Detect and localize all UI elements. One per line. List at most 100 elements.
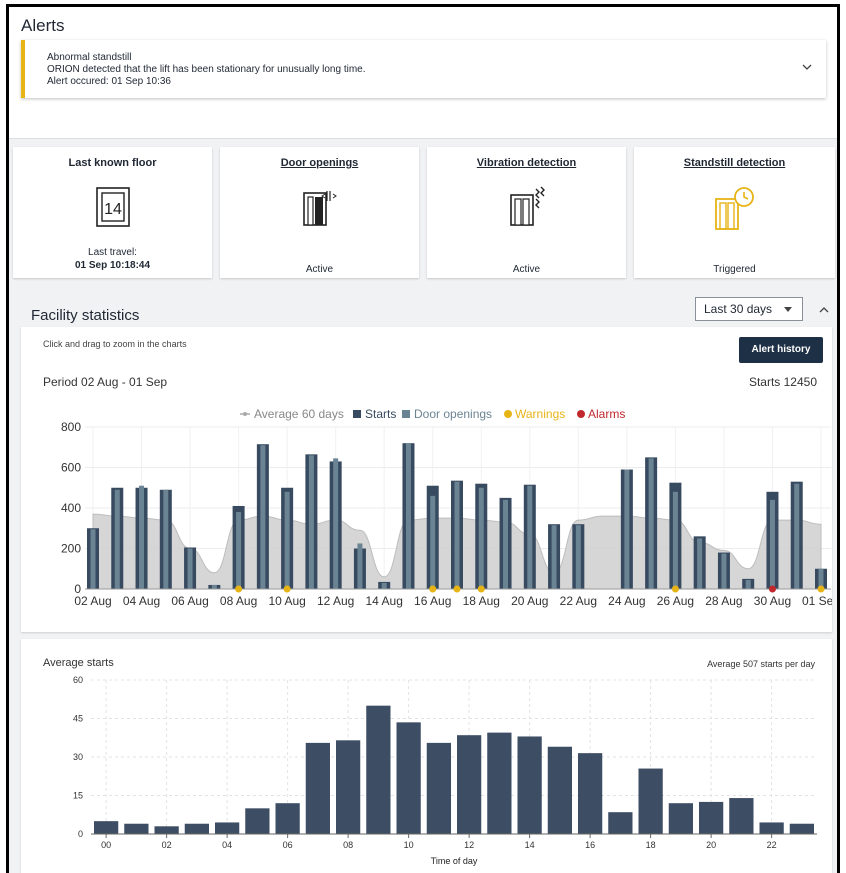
last-travel-value: 01 Sep 10:18:44 [74,260,151,271]
legend-starts[interactable]: Starts [353,407,396,421]
y-tick-label: 15 [73,791,83,801]
x-tick-label: 12 Aug [317,594,354,608]
alarm-marker [768,585,776,593]
door-openings-bar [551,525,557,589]
warning-marker [235,585,243,593]
x-tick-label: 10 Aug [268,594,305,608]
hour-bar [336,740,361,834]
legend-alarms-label: Alarms [588,407,625,421]
hour-bar [396,722,421,834]
x-tick-label: 22 [767,840,777,850]
alert-history-button[interactable]: Alert history [739,337,823,363]
alert-title: Abnormal standstill [47,52,132,63]
x-tick-label: 06 Aug [171,594,208,608]
door-openings-bar [187,548,193,589]
hour-bar [547,746,572,834]
caret-down-icon [784,307,792,312]
alert-time: Alert occured: 01 Sep 10:36 [47,76,171,87]
door-openings-card[interactable]: Door openings Active [220,147,419,278]
x-tick-label: 20 Aug [511,594,548,608]
standstill-link[interactable]: Standstill detection [634,157,835,169]
warning-marker [429,585,437,593]
x-tick-label: 12 [464,840,474,850]
x-tick-label: 16 Aug [414,594,451,608]
warning-marker [283,585,291,593]
x-tick-label: 26 Aug [657,594,694,608]
facility-section: Facility statistics Last 30 days Click a… [15,287,832,873]
legend-alarms[interactable]: Alarms [577,407,625,421]
standstill-clock-icon [714,187,754,230]
door-openings-bar [697,538,703,589]
legend-average-marker [243,412,247,416]
hour-bar [184,823,209,834]
warning-marker [453,585,461,593]
hourly-starts-chart[interactable]: 0 15 30 45 60 00 02 04 06 08 10 12 14 16 18 20 22 Time of… [21,672,832,872]
hour-bar [517,736,542,834]
chevron-up-icon[interactable] [817,303,831,317]
hour-bar [638,768,663,834]
y-tick-label: 400 [61,501,81,515]
door-openings-bar [381,582,387,589]
legend-average[interactable]: Average 60 days [240,407,344,421]
daily-starts-chart[interactable]: Average 60 days Starts Door openings War… [21,395,832,615]
y-tick-label: 800 [61,420,81,434]
y-tick-label: 30 [73,752,83,762]
door-opening-icon [302,191,337,226]
door-openings-bar [769,499,775,589]
legend-door-swatch [402,410,410,418]
floor-number: 14 [104,201,122,218]
vibration-status: Active [512,264,541,275]
door-openings-bar [672,491,678,589]
alert-card[interactable]: Abnormal standstill ORION detected that … [21,40,826,98]
y-tick-label: 0 [78,829,83,839]
hour-bar [789,823,814,834]
hour-bar [699,801,724,834]
door-openings-link[interactable]: Door openings [220,157,419,169]
door-openings-bar [721,553,727,589]
hour-bar [275,803,300,834]
standstill-status: Triggered [713,264,756,275]
x-tick-label: 14 [525,840,535,850]
x-tick-label: 10 [404,840,414,850]
x-tick-label: 04 [222,840,232,850]
last-floor-card: Last known floor 14 Last travel: 01 Sep … [13,147,212,278]
x-tick-label: 08 [343,840,353,850]
hour-bar [426,742,451,834]
hour-bar [668,803,693,834]
x-tick-label: 24 Aug [608,594,645,608]
hour-bar [487,732,512,834]
hour-bar [608,812,633,834]
x-tick-label: 06 [283,840,293,850]
hour-bar [305,742,330,834]
legend-door-label: Door openings [414,407,492,421]
app-frame: Alerts Abnormal standstill ORION detecte… [6,4,840,873]
door-openings-bar [139,485,145,589]
chevron-down-icon[interactable] [800,60,814,74]
door-openings-bar [260,445,266,589]
zoom-hint: Click and drag to zoom in the charts [43,339,187,349]
legend-alarms-dot [577,410,585,418]
x-tick-label: 18 Aug [463,594,500,608]
vibration-link[interactable]: Vibration detection [427,157,626,169]
hour-bar [215,822,240,834]
x-tick-label: 08 Aug [220,594,257,608]
hour-bar [154,826,179,834]
door-openings-bar [503,499,509,589]
warning-marker [477,585,485,593]
alert-message: ORION detected that the lift has been st… [47,64,366,75]
legend-warnings[interactable]: Warnings [504,407,565,421]
standstill-card[interactable]: Standstill detection Triggered [634,147,835,278]
door-openings-bar [405,443,411,589]
door-openings-bar [333,458,339,589]
x-tick-label: 14 Aug [366,594,403,608]
x-tick-label: 30 Aug [754,594,791,608]
vibration-icon [509,186,545,226]
vibration-card[interactable]: Vibration detection Active [427,147,626,278]
door-openings-bar [236,512,242,589]
last-floor-title: Last known floor [68,157,157,169]
door-openings-bar [90,529,96,589]
legend-door[interactable]: Door openings [402,407,492,421]
door-status: Active [305,264,334,275]
x-axis-title: Time of day [431,856,478,866]
range-select[interactable]: Last 30 days [695,297,803,321]
